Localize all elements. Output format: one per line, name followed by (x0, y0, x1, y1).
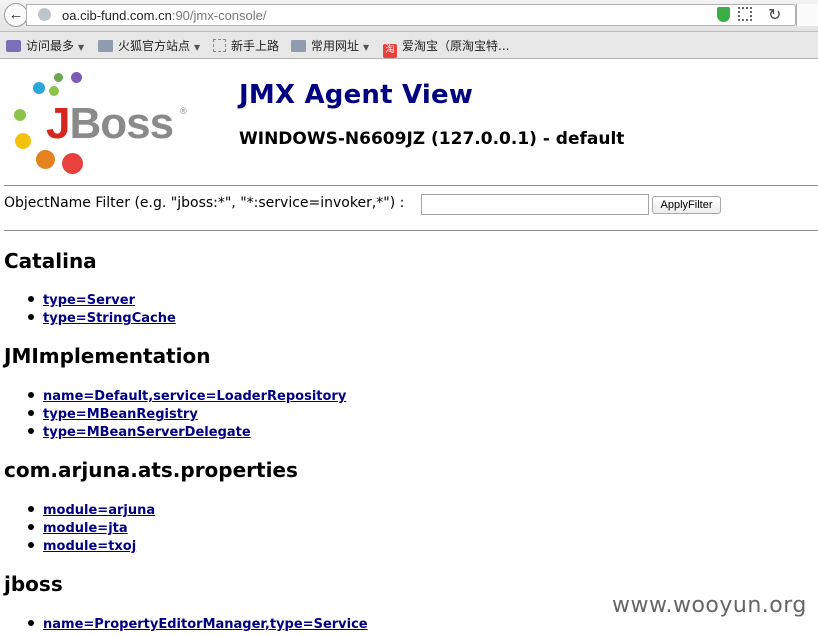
mbean-link[interactable]: type=Server (43, 293, 135, 308)
filter-label: ObjectName Filter (e.g. "jboss:*", "*:se… (4, 195, 405, 211)
list-item: name=Default,service=LoaderRepository (28, 388, 346, 406)
list-item: name=PropertyEditorManager,type=Service (28, 616, 368, 634)
security-shield-icon[interactable] (717, 7, 730, 22)
list-item: module=jta (28, 520, 155, 538)
chevron-down-icon: ▼ (78, 43, 85, 52)
domain-heading: com.arjuna.ats.properties (4, 458, 298, 482)
page-content: JBoss ® JMX Agent View WINDOWS-N6609JZ (… (0, 59, 818, 636)
url-host: oa.cib-fund.com.cn (62, 8, 172, 23)
apply-filter-button[interactable]: ApplyFilter (652, 196, 721, 214)
logo-boss: Boss (69, 99, 174, 148)
list-item: module=arjuna (28, 502, 155, 520)
taobao-icon: 淘 (383, 44, 397, 58)
registered-mark: ® (180, 106, 187, 116)
bookmark-label: 爱淘宝（原淘宝特... (402, 39, 510, 53)
bookmark-label: 访问最多 (26, 39, 75, 53)
list-item: type=MBeanServerDelegate (28, 424, 346, 442)
mbean-link[interactable]: type=MBeanServerDelegate (43, 425, 251, 440)
bookmarks-bar: 访问最多 ▼ 火狐官方站点 ▼ 新手上路 常用网址 ▼ 淘爱淘宝（原淘宝特... (0, 32, 818, 59)
bookmark-most-visited[interactable]: 访问最多 ▼ (6, 37, 84, 54)
mbean-link[interactable]: name=PropertyEditorManager,type=Service (43, 617, 368, 632)
blank-page-icon (213, 39, 226, 52)
address-bar: ← oa.cib-fund.com.cn:90/jmx-console/ ↻ (0, 0, 818, 32)
bookmark-label: 新手上路 (231, 39, 280, 53)
list-item: module=txoj (28, 538, 155, 556)
jboss-logo: JBoss ® (10, 69, 190, 174)
divider (4, 185, 818, 186)
chevron-down-icon: ▼ (363, 43, 370, 52)
logo-wordmark: JBoss (46, 99, 174, 149)
qr-code-icon[interactable] (738, 7, 752, 21)
object-name-filter-input[interactable] (421, 194, 649, 215)
mbean-list: module=arjuna module=jta module=txoj (28, 502, 155, 556)
domain-heading: Catalina (4, 249, 97, 273)
toolbar-overflow-button[interactable] (796, 4, 818, 26)
mbean-list: name=PropertyEditorManager,type=Service (28, 616, 368, 634)
domain-heading: jboss (4, 572, 63, 596)
url-path: :90/jmx-console/ (171, 8, 267, 23)
bookmark-common-sites[interactable]: 常用网址 ▼ (291, 37, 369, 54)
mbean-link[interactable]: module=txoj (43, 539, 136, 554)
list-item: type=Server (28, 292, 176, 310)
mbean-link[interactable]: module=arjuna (43, 503, 155, 518)
bookmark-label: 常用网址 (311, 39, 360, 53)
back-button[interactable]: ← (4, 3, 28, 27)
logo-j: J (46, 99, 71, 148)
folder-icon (291, 40, 306, 52)
mbean-list: type=Server type=StringCache (28, 292, 176, 328)
url-text[interactable]: oa.cib-fund.com.cn:90/jmx-console/ (62, 8, 267, 23)
mbean-link[interactable]: type=MBeanRegistry (43, 407, 198, 422)
mbean-link[interactable]: module=jta (43, 521, 128, 536)
watermark: www.wooyun.org (612, 593, 807, 618)
bookmark-taobao[interactable]: 淘爱淘宝（原淘宝特... (383, 37, 509, 58)
bookmark-firefox-sites[interactable]: 火狐官方站点 ▼ (98, 37, 200, 54)
mbean-list: name=Default,service=LoaderRepository ty… (28, 388, 346, 442)
reload-icon[interactable]: ↻ (768, 5, 781, 25)
bookmark-label: 火狐官方站点 (118, 39, 191, 53)
mbean-link[interactable]: type=StringCache (43, 311, 176, 326)
page-title: JMX Agent View (239, 80, 474, 110)
folder-icon (98, 40, 113, 52)
domain-heading: JMImplementation (4, 344, 211, 368)
smart-folder-icon (6, 40, 21, 52)
divider (4, 230, 818, 231)
list-item: type=MBeanRegistry (28, 406, 346, 424)
chevron-down-icon: ▼ (194, 43, 201, 52)
globe-icon (38, 8, 51, 21)
bookmark-getting-started[interactable]: 新手上路 (213, 37, 279, 54)
page-subtitle: WINDOWS-N6609JZ (127.0.0.1) - default (239, 129, 625, 149)
list-item: type=StringCache (28, 310, 176, 328)
mbean-link[interactable]: name=Default,service=LoaderRepository (43, 389, 346, 404)
